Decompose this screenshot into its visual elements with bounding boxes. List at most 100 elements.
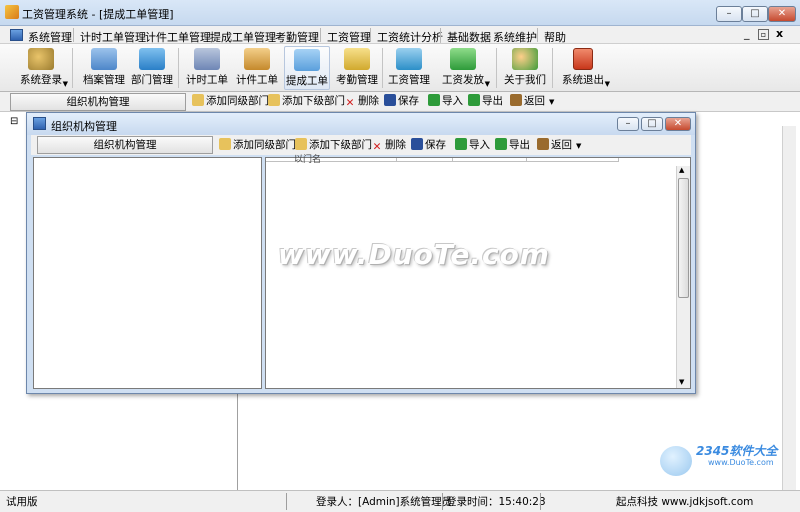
salary-icon	[396, 48, 422, 70]
toolbar-payout-button[interactable]: 工资发放 ▼	[436, 46, 490, 90]
menu-maintenance[interactable]: 系统维护	[493, 29, 537, 45]
toolbar-separator	[552, 48, 553, 88]
toolbar-records-button[interactable]: 档案管理	[82, 46, 126, 90]
main-toolbar: 系统登录 ▼ 档案管理 部门管理 计时工单 计件工单 提成工单 考勤管理 工资管…	[0, 44, 800, 92]
grid-header-row: 以门名	[266, 155, 619, 165]
status-separator	[286, 493, 287, 510]
chevron-down-icon: ▼	[484, 80, 490, 88]
save-icon	[384, 94, 396, 106]
folder-icon	[91, 48, 117, 70]
menu-separator	[320, 28, 321, 42]
mdi-close-button[interactable]: x	[776, 27, 783, 40]
child-export-button[interactable]: 导出	[495, 137, 530, 153]
chevron-down-icon: ▼	[62, 80, 68, 88]
toolbar-attendance-button[interactable]: 考勤管理	[334, 46, 380, 90]
menu-help[interactable]: 帮助	[544, 29, 566, 45]
child-maximize-button[interactable]: □	[641, 117, 663, 131]
minimize-button[interactable]: –	[716, 6, 742, 22]
toolbar-login-button[interactable]: 系统登录 ▼	[14, 46, 68, 90]
toolbar-commission-order-button[interactable]: 提成工单	[284, 46, 330, 90]
grid-column-divider	[526, 158, 527, 162]
back-door-icon	[510, 94, 522, 106]
maximize-button[interactable]: □	[742, 6, 768, 22]
child-org-panel-header: 组织机构管理	[37, 136, 213, 154]
child-close-button[interactable]: ✕	[665, 117, 691, 131]
window-title: 工资管理系统 - [提成工单管理]	[22, 8, 174, 21]
menu-bar: 系统管理 计时工单管理 计件工单管理 提成工单管理 考勤管理 工资管理 工资统计…	[0, 26, 800, 44]
status-separator	[540, 493, 541, 510]
chevron-down-icon: ▼	[576, 142, 582, 150]
tree-collapse-toggle[interactable]: ⊟	[10, 116, 18, 127]
menu-separator	[73, 28, 74, 42]
add-child-icon	[268, 94, 280, 106]
watermark-text: www.DuoTe.com	[278, 238, 550, 271]
child-add-child-department-button[interactable]: 添加下级部门	[295, 137, 372, 153]
child-save-button[interactable]: 保存	[411, 137, 446, 153]
child-import-button[interactable]: 导入	[455, 137, 490, 153]
toolbar-time-order-button[interactable]: 计时工单	[184, 46, 230, 90]
scroll-down-arrow-icon[interactable]: ▼	[679, 378, 684, 386]
import-icon	[428, 94, 440, 106]
delete-icon: ✕	[345, 97, 355, 109]
child-department-grid[interactable]: 以门名 ▲ ▼	[265, 155, 691, 389]
grid-column-divider	[452, 158, 453, 162]
menu-base-data[interactable]: 基础数据	[447, 29, 491, 45]
menu-salary[interactable]: 工资管理	[327, 29, 371, 45]
child-add-sibling-department-button[interactable]: 添加同级部门	[219, 137, 296, 153]
child-action-bar: 组织机构管理 添加同级部门 添加下级部门 ✕ 删除 保存 导入 导出 返回 ▼	[31, 135, 691, 155]
toolbar-salary-button[interactable]: 工资管理	[386, 46, 432, 90]
child-minimize-button[interactable]: –	[617, 117, 639, 131]
mascot-icon	[660, 446, 692, 476]
chevron-down-icon: ▼	[549, 98, 555, 106]
corner-brand: 2345软件大全	[696, 444, 778, 458]
menu-system[interactable]: 系统管理	[28, 29, 72, 45]
attendance-icon	[344, 48, 370, 70]
import-button[interactable]: 导入	[428, 93, 463, 109]
menu-commission-orders[interactable]: 提成工单管理	[210, 29, 276, 45]
child-window-title: 组织机构管理	[51, 120, 117, 133]
scroll-up-arrow-icon[interactable]: ▲	[679, 166, 684, 174]
close-button[interactable]: ✕	[768, 6, 796, 22]
child-titlebar: 组织机构管理 – □ ✕	[27, 113, 695, 135]
child-delete-button[interactable]: ✕ 删除	[371, 137, 406, 153]
delete-button[interactable]: ✕ 删除	[344, 93, 379, 109]
save-button[interactable]: 保存	[384, 93, 419, 109]
export-button[interactable]: 导出	[468, 93, 503, 109]
grid-header-cell: 以门名	[294, 155, 322, 165]
back-button[interactable]: 返回 ▼	[510, 93, 554, 110]
toolbar-separator	[496, 48, 497, 88]
menu-time-orders[interactable]: 计时工单管理	[80, 29, 146, 45]
menu-separator	[537, 28, 538, 42]
toolbar-separator	[382, 48, 383, 88]
scroll-thumb[interactable]	[678, 178, 689, 298]
main-vertical-scrollbar[interactable]	[782, 126, 796, 490]
add-child-department-button[interactable]: 添加下级部门	[268, 93, 345, 109]
status-user: 登录人：[Admin]系统管理员	[316, 496, 453, 508]
toolbar-piece-order-button[interactable]: 计件工单	[234, 46, 280, 90]
app-icon	[5, 5, 19, 19]
toolbar-exit-button[interactable]: 系统退出 ▼	[556, 46, 610, 90]
org-action-bar: 组织机构管理 添加同级部门 添加下级部门 ✕ 删除 保存 导入 导出 返回 ▼	[0, 92, 800, 112]
child-org-tree[interactable]	[33, 157, 262, 389]
payout-icon	[450, 48, 476, 70]
mdi-restore-button[interactable]: ▫	[758, 29, 769, 40]
child-app-icon	[33, 117, 46, 130]
menu-piece-orders[interactable]: 计件工单管理	[145, 29, 211, 45]
export-icon	[495, 138, 507, 150]
menu-attendance[interactable]: 考勤管理	[275, 29, 319, 45]
status-company: 起点科技 www.jdkjsoft.com	[616, 496, 754, 508]
toolbar-department-button[interactable]: 部门管理	[130, 46, 174, 90]
grid-column-divider	[396, 158, 397, 162]
toolbar-separator	[178, 48, 179, 88]
grid-vertical-scrollbar[interactable]: ▲ ▼	[676, 166, 690, 388]
add-sibling-icon	[192, 94, 204, 106]
menu-separator	[370, 28, 371, 42]
toolbar-about-button[interactable]: 关于我们	[502, 46, 548, 90]
status-login-time: 登录时间：15:40:23	[446, 496, 546, 508]
mdi-minimize-button[interactable]: _	[744, 27, 750, 40]
menu-salary-stats[interactable]: 工资统计分析	[377, 29, 443, 45]
child-back-button[interactable]: 返回 ▼	[537, 137, 581, 154]
main-titlebar: 工资管理系统 - [提成工单管理] – □ ✕	[0, 0, 800, 26]
add-sibling-department-button[interactable]: 添加同级部门	[192, 93, 269, 109]
delete-icon: ✕	[372, 141, 382, 153]
